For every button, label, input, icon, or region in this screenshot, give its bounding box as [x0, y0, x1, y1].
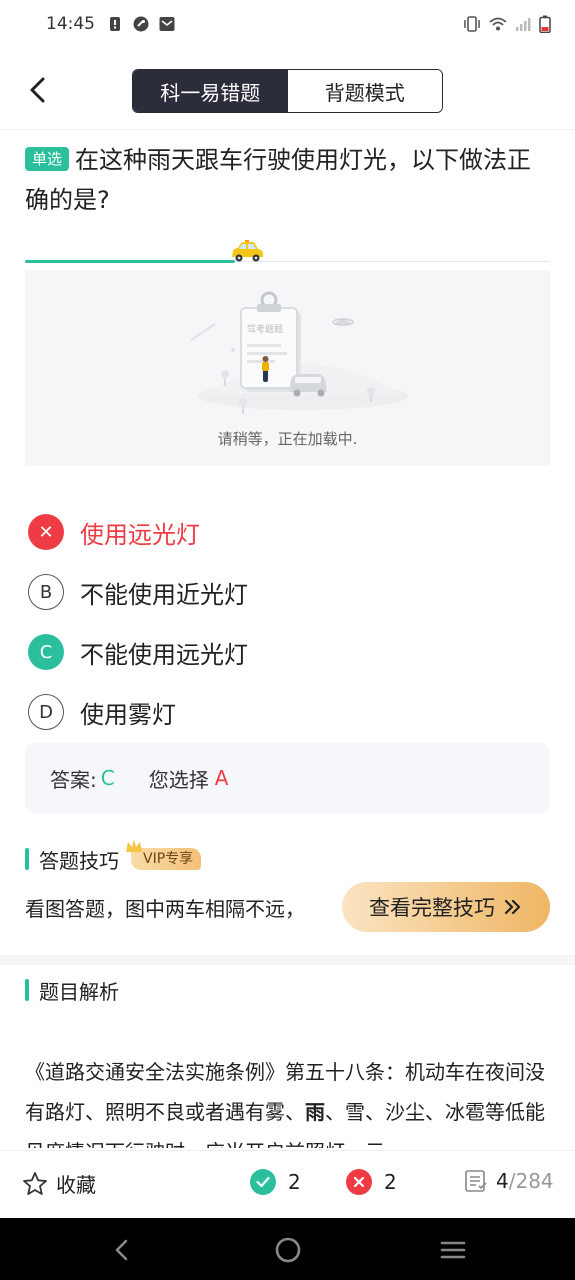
favorite-label: 收藏: [56, 1173, 96, 1197]
home-circle-icon: [275, 1237, 301, 1263]
vip-badge: VIP专享: [126, 839, 202, 870]
bottom-toolbar: 收藏 2 2 4/284: [0, 1150, 575, 1218]
status-icons-right: [463, 15, 551, 33]
section-separator: [0, 955, 575, 965]
chevron-left-icon: [30, 77, 45, 103]
option-b-mark: B: [28, 574, 64, 610]
option-a-text: 使用远光灯: [80, 520, 200, 549]
placeholder-label: 驾考题题: [247, 324, 283, 335]
vip-badge-text: VIP专享: [143, 851, 194, 867]
question-text: 在这种雨天跟车行驶使用灯光，以下做法正确的是?: [25, 146, 532, 214]
analysis-text: 《道路交通安全法实施条例》第五十八条：机动车在夜间没有路灯、照明不良或者遇有雾、…: [25, 1052, 553, 1148]
section-accent-bar: [25, 848, 29, 870]
your-choice-label: 您选择: [148, 767, 209, 792]
wrong-count: 2: [346, 1169, 397, 1195]
correct-count: 2: [250, 1169, 301, 1195]
question-image-placeholder: 驾考题题 请稍等，正在加载中.: [25, 270, 550, 466]
nav-divider: [0, 129, 575, 130]
wrong-count-value: 2: [384, 1170, 397, 1194]
option-b-text: 不能使用近光灯: [80, 580, 248, 609]
current-question-number: 4: [496, 1169, 509, 1193]
status-time: 14:45: [46, 14, 95, 34]
crown-icon: [126, 839, 142, 852]
tab-error-prone[interactable]: 科一易错题: [133, 70, 288, 112]
alert-icon: [110, 17, 120, 31]
menu-icon: [440, 1241, 466, 1259]
top-nav: 科一易错题 背题模式: [0, 62, 575, 120]
settings-circle-icon: [133, 16, 149, 32]
answer-options: ✕ 使用远光灯 B 不能使用近光灯 C 不能使用远光灯 D 使用雾灯: [28, 502, 550, 742]
option-a[interactable]: ✕ 使用远光灯: [28, 502, 550, 562]
close-icon: [346, 1169, 372, 1195]
question-type-badge: 单选: [25, 147, 70, 171]
mail-icon: [159, 17, 175, 31]
option-c-mark: C: [28, 634, 64, 670]
section-accent-bar: [25, 979, 29, 1001]
option-c[interactable]: C 不能使用远光灯: [28, 622, 550, 682]
mode-switch: 科一易错题 背题模式: [132, 69, 443, 113]
tips-section-title: 答题技巧 VIP专享: [25, 839, 202, 873]
analysis-highlight: 雨: [305, 1100, 325, 1124]
double-chevron-right-icon: [504, 899, 521, 915]
vibrate-icon: [464, 16, 480, 32]
back-button[interactable]: [20, 72, 56, 108]
signal-icon: [516, 18, 531, 31]
total-questions: /284: [508, 1169, 554, 1193]
system-navigation-bar: [0, 1218, 575, 1280]
analysis-section-title: 题目解析: [25, 977, 119, 1004]
question-index-button[interactable]: 4/284: [464, 1169, 554, 1193]
correct-count-value: 2: [288, 1170, 301, 1194]
analysis-title: 题目解析: [39, 979, 119, 1004]
correct-answer: C: [100, 766, 115, 790]
option-d-text: 使用雾灯: [80, 700, 176, 729]
favorite-button[interactable]: 收藏: [22, 1169, 96, 1198]
progress-fill: [25, 260, 235, 263]
tab-memorize-mode[interactable]: 背题模式: [287, 70, 442, 112]
check-icon: [250, 1169, 276, 1195]
battery-icon: [539, 15, 551, 33]
loading-illustration: 驾考题题: [190, 291, 408, 414]
option-d[interactable]: D 使用雾灯: [28, 682, 550, 742]
loading-text: 请稍等，正在加载中.: [217, 430, 358, 448]
tips-text: 看图答题，图中两车相隔不远，: [25, 897, 305, 921]
option-c-text: 不能使用远光灯: [80, 640, 248, 669]
answer-label: 答案:: [50, 767, 97, 792]
answer-summary: 答案: C 您选择 A: [25, 743, 550, 813]
car-icon: [232, 240, 263, 262]
tips-title: 答题技巧: [39, 848, 119, 873]
question-progress: [25, 238, 550, 268]
list-icon: [465, 1170, 487, 1192]
status-bar: 14:45: [0, 0, 575, 48]
status-icons-left: [107, 16, 175, 32]
view-full-tips-label: 查看完整技巧: [369, 896, 495, 920]
option-d-mark: D: [28, 694, 64, 730]
system-back-button[interactable]: [106, 1234, 138, 1266]
system-home-button[interactable]: [272, 1234, 304, 1266]
wifi-icon: [489, 17, 507, 31]
view-full-tips-button[interactable]: 查看完整技巧: [342, 882, 550, 932]
option-b[interactable]: B 不能使用近光灯: [28, 562, 550, 622]
wrong-mark-icon: ✕: [28, 514, 64, 550]
system-menu-button[interactable]: [437, 1234, 469, 1266]
your-choice: A: [214, 766, 229, 790]
back-triangle-icon: [115, 1239, 128, 1261]
question: 单选 在这种雨天跟车行驶使用灯光，以下做法正确的是?: [25, 140, 550, 220]
star-icon: [23, 1171, 47, 1195]
